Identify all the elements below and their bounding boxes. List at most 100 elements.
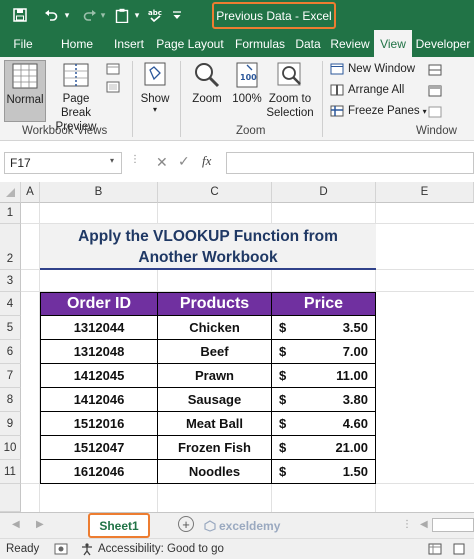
undo-icon[interactable] [40,5,62,25]
column-header-b[interactable]: B [40,182,158,203]
cell-price[interactable]: $3.50 [272,316,376,340]
column-header-d[interactable]: D [272,182,376,203]
row-header-9[interactable]: 9 [0,412,21,436]
page-break-preview-button[interactable]: Page Break Preview [48,60,104,134]
cell-product[interactable]: Beef [158,340,272,364]
row-header-11[interactable]: 11 [0,460,21,484]
name-box-dropdown-icon[interactable]: ▾ [110,156,114,165]
freeze-panes-button[interactable]: Freeze Panes ▾ [330,105,427,117]
redo-dropdown-icon[interactable]: ▾ [98,5,108,25]
arrange-all-button[interactable]: Arrange All [330,84,404,96]
normal-view-button[interactable]: Normal [4,60,46,122]
select-all-corner[interactable] [0,182,21,203]
page-layout-view-icon[interactable] [106,63,120,75]
row-header-12[interactable] [0,484,21,512]
formula-input[interactable] [226,152,474,174]
cell-product[interactable]: Noodles [158,460,272,484]
row-header-6[interactable]: 6 [0,340,21,364]
scroll-right-icon[interactable]: ▶ [36,519,44,530]
table-row: 1412046 Sausage $3.80 [40,388,376,412]
cell-price[interactable]: $4.60 [272,412,376,436]
zoom-to-selection-button[interactable]: Zoom to Selection [266,60,314,120]
hide-window-icon[interactable] [428,85,442,100]
clipboard-dropdown-icon[interactable]: ▾ [132,5,142,25]
row-header-2[interactable]: 2 [0,224,21,270]
enter-icon[interactable]: ✓ [178,153,190,170]
cell-order-id[interactable]: 1412046 [40,388,158,412]
tab-insert[interactable]: Insert [108,30,150,57]
cell-order-id[interactable]: 1612046 [40,460,158,484]
clipboard-icon[interactable] [112,5,132,25]
redo-icon[interactable] [80,5,100,25]
row-header-8[interactable]: 8 [0,388,21,412]
insert-function-icon[interactable]: fx [202,153,211,169]
cell-product[interactable]: Meat Ball [158,412,272,436]
cell-product[interactable]: Chicken [158,316,272,340]
tab-home[interactable]: Home [46,30,108,57]
spelling-icon[interactable]: abc [146,5,164,25]
cell-order-id[interactable]: 1412045 [40,364,158,388]
zoom-button[interactable]: Zoom [188,60,226,106]
tab-page-layout[interactable]: Page Layout [150,30,230,57]
currency-symbol: $ [279,392,287,407]
column-header-c[interactable]: C [158,182,272,203]
header-order-id[interactable]: Order ID [40,292,158,316]
add-sheet-icon[interactable]: + [178,516,194,532]
unhide-window-icon[interactable] [428,106,442,121]
row-header-10[interactable]: 10 [0,436,21,460]
page-layout-status-icon[interactable] [452,543,466,558]
tab-file[interactable]: File [0,30,46,57]
header-price[interactable]: Price [272,292,376,316]
cell-order-id[interactable]: 1312044 [40,316,158,340]
tab-developer[interactable]: Developer [412,30,474,57]
name-box[interactable]: F17 [4,152,122,174]
row-header-7[interactable]: 7 [0,364,21,388]
macro-record-icon[interactable] [54,542,68,559]
row-header-5[interactable]: 5 [0,316,21,340]
customize-toolbar-icon[interactable] [168,5,186,25]
group-label-zoom: Zoom [236,125,266,137]
cell-order-id[interactable]: 1312048 [40,340,158,364]
hscroll-left-icon[interactable]: ◀ [420,519,428,530]
tab-overflow-icon[interactable]: ⋮ [402,519,412,530]
row-header-1[interactable]: 1 [0,203,21,224]
column-header-a[interactable]: A [21,182,40,203]
zoom-to-selection-icon [275,60,305,90]
cancel-icon[interactable]: ✕ [156,154,168,171]
scroll-left-icon[interactable]: ◀ [12,519,20,530]
new-window-button[interactable]: New Window [330,63,415,75]
cell-price[interactable]: $7.00 [272,340,376,364]
cell-product[interactable]: Frozen Fish [158,436,272,460]
show-button[interactable]: Show ▾ [138,60,172,114]
sheet-heading[interactable]: Apply the VLOOKUP Function from Another … [40,224,376,270]
custom-views-icon[interactable] [106,81,120,93]
normal-view-status-icon[interactable] [428,543,442,558]
tab-data[interactable]: Data [290,30,326,57]
cell-order-id[interactable]: 1512047 [40,436,158,460]
horizontal-scrollbar[interactable] [432,518,474,532]
split-icon[interactable] [428,64,442,79]
cell-price[interactable]: $1.50 [272,460,376,484]
tab-review[interactable]: Review [326,30,374,57]
undo-dropdown-icon[interactable]: ▾ [62,5,72,25]
currency-symbol: $ [279,368,287,383]
accessibility-status[interactable]: Accessibility: Good to go [98,543,224,555]
cell-price[interactable]: $21.00 [272,436,376,460]
tab-formulas[interactable]: Formulas [230,30,290,57]
show-icon [140,60,170,90]
cell-order-id[interactable]: 1512016 [40,412,158,436]
sheet-tab-sheet1[interactable]: Sheet1 [88,513,150,538]
cell-product[interactable]: Sausage [158,388,272,412]
tab-view[interactable]: View [374,30,412,57]
cell-price[interactable]: $11.00 [272,364,376,388]
row-header-3[interactable]: 3 [0,270,21,292]
accessibility-icon[interactable] [80,542,94,559]
column-header-e[interactable]: E [376,182,474,203]
save-icon[interactable] [10,5,30,25]
cell-price[interactable]: $3.80 [272,388,376,412]
zoom-100-button[interactable]: 100 100% [230,60,264,106]
cell-product[interactable]: Prawn [158,364,272,388]
header-products[interactable]: Products [158,292,272,316]
row-header-4[interactable]: 4 [0,292,21,316]
price-value: 11.00 [336,368,368,383]
